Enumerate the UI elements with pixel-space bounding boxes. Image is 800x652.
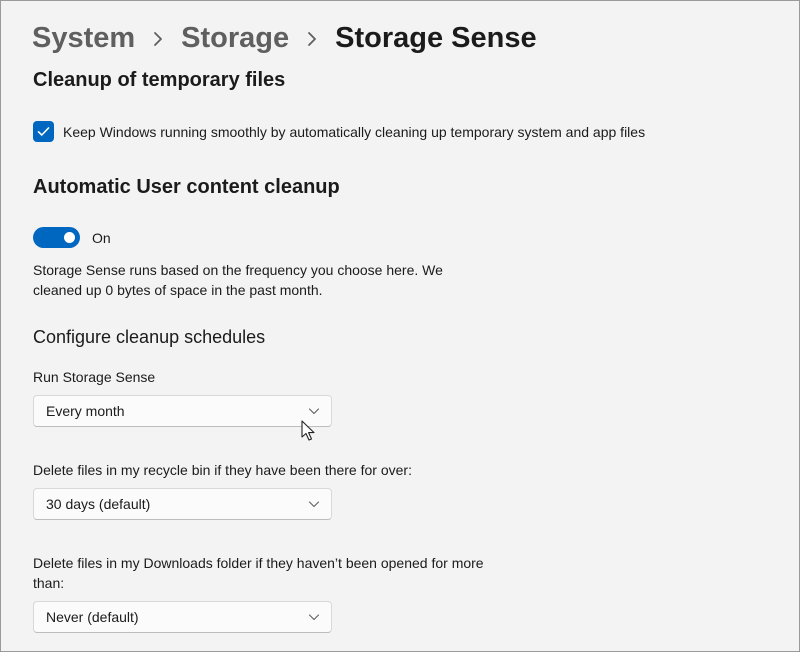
section-title-temp-cleanup: Cleanup of temporary files (33, 69, 286, 91)
downloads-label: Delete files in my Downloads folder if t… (33, 555, 484, 591)
user-cleanup-description: Storage Sense runs based on the frequenc… (33, 262, 443, 298)
recycle-bin-label: Delete files in my recycle bin if they h… (33, 462, 412, 478)
run-storage-sense-label: Run Storage Sense (33, 369, 156, 385)
toggle-knob (64, 232, 75, 243)
run-storage-sense-value: Every month (46, 403, 125, 419)
run-storage-sense-dropdown[interactable]: Every month (33, 395, 332, 427)
chevron-right-icon (135, 22, 181, 55)
breadcrumb-item-storage[interactable]: Storage (181, 22, 289, 55)
breadcrumb-item-system[interactable]: System (32, 22, 135, 55)
recycle-bin-value: 30 days (default) (46, 496, 151, 512)
section-title-user-cleanup: Automatic User content cleanup (33, 176, 340, 198)
user-cleanup-toggle[interactable] (33, 227, 80, 248)
checkmark-icon (37, 127, 50, 136)
user-cleanup-toggle-row[interactable]: On (33, 227, 111, 248)
user-cleanup-toggle-label: On (92, 229, 111, 246)
temp-cleanup-checkbox-label: Keep Windows running smoothly by automat… (63, 123, 646, 140)
page-title: Storage Sense (335, 21, 537, 54)
mouse-cursor-icon (301, 420, 315, 441)
chevron-down-icon (308, 408, 320, 415)
chevron-right-icon (289, 22, 335, 55)
recycle-bin-dropdown[interactable]: 30 days (default) (33, 488, 332, 520)
temp-cleanup-checkbox[interactable] (33, 121, 54, 142)
chevron-down-icon (308, 501, 320, 508)
breadcrumb: System Storage Storage Sense (32, 15, 537, 61)
downloads-dropdown[interactable]: Never (default) (33, 601, 332, 633)
chevron-down-icon (308, 614, 320, 621)
temp-cleanup-checkbox-row[interactable]: Keep Windows running smoothly by automat… (33, 121, 645, 142)
downloads-value: Never (default) (46, 609, 139, 625)
schedules-title: Configure cleanup schedules (33, 327, 266, 347)
